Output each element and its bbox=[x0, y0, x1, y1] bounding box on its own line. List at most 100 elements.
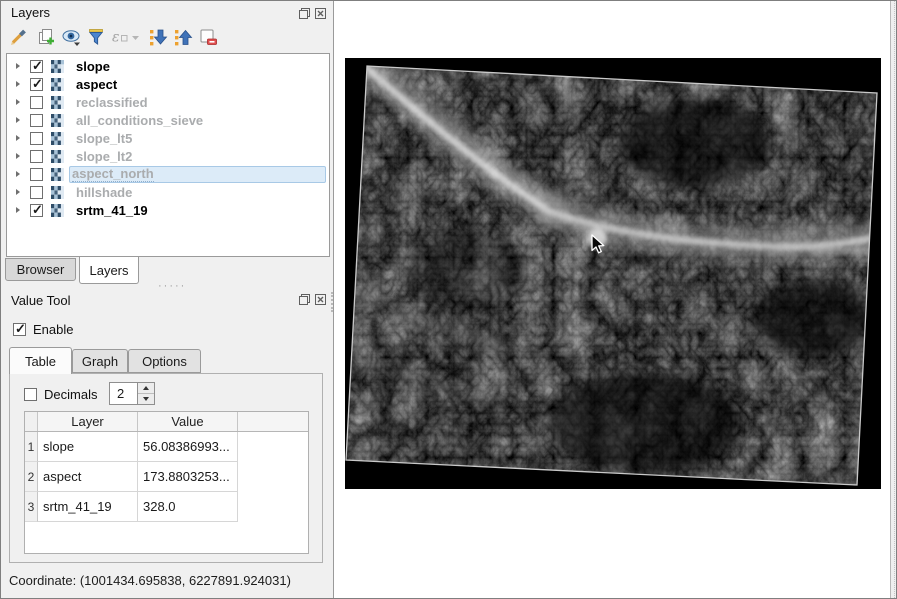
header-filler bbox=[238, 412, 308, 431]
layer-name[interactable]: slope_lt5 bbox=[76, 131, 132, 146]
close-icon bbox=[314, 293, 327, 306]
remove-layer-icon bbox=[198, 27, 218, 47]
layer-name[interactable]: hillshade bbox=[76, 185, 132, 200]
layer-name[interactable]: all_conditions_sieve bbox=[76, 113, 203, 128]
layer-checkbox[interactable] bbox=[30, 114, 43, 127]
layer-row-slope-lt5[interactable]: slope_lt5 bbox=[7, 129, 329, 147]
cell-layer[interactable]: slope bbox=[38, 432, 138, 462]
table-row[interactable]: 3 srtm_41_19 328.0 bbox=[25, 492, 308, 522]
expand-all-icon bbox=[148, 27, 168, 47]
raster-layer-icon bbox=[51, 168, 64, 181]
layers-panel-float-button[interactable] bbox=[297, 6, 311, 20]
layer-name[interactable]: reclassified bbox=[76, 95, 148, 110]
layer-row-reclassified[interactable]: reclassified bbox=[7, 93, 329, 111]
remove-layer-button[interactable] bbox=[198, 27, 218, 47]
tab-options[interactable]: Options bbox=[128, 349, 201, 373]
expand-arrow-icon[interactable] bbox=[16, 153, 20, 159]
raster-layer-icon bbox=[51, 114, 64, 127]
layer-row-slope[interactable]: slope bbox=[7, 57, 329, 75]
mouse-cursor bbox=[590, 234, 606, 256]
expand-arrow-icon[interactable] bbox=[16, 99, 20, 105]
arrow-up-icon bbox=[143, 386, 149, 390]
manage-map-themes-button[interactable] bbox=[62, 27, 82, 47]
enable-checkbox[interactable] bbox=[13, 323, 26, 336]
layer-tree: slope aspect reclassified all_conditions… bbox=[6, 53, 330, 257]
raster-layer-icon bbox=[51, 132, 64, 145]
cell-value[interactable]: 56.08386993... bbox=[138, 432, 238, 462]
value-table: Layer Value 1 slope 56.08386993... 2 asp… bbox=[24, 411, 309, 554]
value-tool-close-button[interactable] bbox=[313, 292, 327, 306]
raster-layer-icon bbox=[51, 96, 64, 109]
tab-graph[interactable]: Graph bbox=[72, 349, 128, 373]
layer-checkbox[interactable] bbox=[30, 186, 43, 199]
expand-arrow-icon[interactable] bbox=[16, 171, 20, 177]
layers-panel-close-button[interactable] bbox=[313, 6, 327, 20]
layer-checkbox[interactable] bbox=[30, 78, 43, 91]
layer-checkbox[interactable] bbox=[30, 60, 43, 73]
filter-legend-button[interactable] bbox=[87, 27, 107, 47]
layer-row-all-conditions-sieve[interactable]: all_conditions_sieve bbox=[7, 111, 329, 129]
value-tool-float-button[interactable] bbox=[297, 292, 311, 306]
layer-checkbox[interactable] bbox=[30, 96, 43, 109]
enable-row[interactable]: Enable bbox=[13, 322, 73, 337]
spin-up-button[interactable] bbox=[138, 383, 154, 394]
cell-value[interactable]: 328.0 bbox=[138, 492, 238, 522]
cell-layer[interactable]: aspect bbox=[38, 462, 138, 492]
expand-arrow-icon[interactable] bbox=[16, 189, 20, 195]
decimals-spinner[interactable]: 2 bbox=[109, 382, 155, 405]
header-corner bbox=[25, 412, 38, 431]
expand-arrow-icon[interactable] bbox=[16, 117, 20, 123]
tab-browser[interactable]: Browser bbox=[5, 258, 76, 281]
expand-all-button[interactable] bbox=[148, 27, 168, 47]
dock-resize-gutter[interactable] bbox=[890, 1, 897, 598]
layer-row-aspect-north[interactable]: aspect_north bbox=[7, 165, 329, 183]
expand-arrow-icon[interactable] bbox=[16, 81, 20, 87]
value-tool-title: Value Tool bbox=[11, 293, 71, 308]
map-canvas[interactable] bbox=[333, 1, 890, 598]
cell-layer[interactable]: srtm_41_19 bbox=[38, 492, 138, 522]
expand-arrow-icon[interactable] bbox=[16, 135, 20, 141]
expand-arrow-icon[interactable] bbox=[16, 63, 20, 69]
spin-down-button[interactable] bbox=[138, 394, 154, 404]
coordinate-status: Coordinate: (1001434.695838, 6227891.924… bbox=[9, 573, 291, 588]
panel-splitter-handle[interactable]: ····· bbox=[158, 280, 186, 292]
layer-checkbox[interactable] bbox=[30, 132, 43, 145]
layer-row-aspect[interactable]: aspect bbox=[7, 75, 329, 93]
layer-name[interactable]: slope_lt2 bbox=[76, 149, 132, 164]
layer-checkbox[interactable] bbox=[30, 150, 43, 163]
decimals-row[interactable]: Decimals bbox=[24, 387, 97, 402]
qgis-window: Layers bbox=[0, 0, 897, 599]
table-row[interactable]: 1 slope 56.08386993... bbox=[25, 432, 308, 462]
value-table-header: Layer Value bbox=[25, 412, 308, 432]
layer-name[interactable]: aspect_north bbox=[72, 166, 154, 182]
layer-checkbox[interactable] bbox=[30, 204, 43, 217]
tab-layers[interactable]: Layers bbox=[79, 257, 139, 284]
row-number: 2 bbox=[25, 462, 38, 492]
filter-by-expression-button[interactable]: ε bbox=[111, 27, 141, 47]
collapse-all-button[interactable] bbox=[173, 27, 193, 47]
slope-raster-layer bbox=[345, 58, 881, 489]
raster-layer-icon bbox=[51, 204, 64, 217]
row-number: 1 bbox=[25, 432, 38, 462]
decimals-checkbox[interactable] bbox=[24, 388, 37, 401]
layer-name[interactable]: slope bbox=[76, 59, 110, 74]
table-row[interactable]: 2 aspect 173.8803253... bbox=[25, 462, 308, 492]
tab-table[interactable]: Table bbox=[9, 347, 72, 374]
layer-name[interactable]: srtm_41_19 bbox=[76, 203, 148, 218]
float-icon bbox=[298, 7, 311, 20]
expression-filter-icon: ε bbox=[111, 27, 141, 47]
layers-panel-title: Layers bbox=[11, 5, 50, 20]
layer-row-slope-lt2[interactable]: slope_lt2 bbox=[7, 147, 329, 165]
layer-row-hillshade[interactable]: hillshade bbox=[7, 183, 329, 201]
value-tool-pane: Decimals 2 Layer Value 1 slope 56.083869… bbox=[9, 373, 323, 563]
expand-arrow-icon[interactable] bbox=[16, 207, 20, 213]
header-value[interactable]: Value bbox=[138, 412, 238, 431]
add-group-button[interactable] bbox=[37, 27, 57, 47]
layer-row-srtm-41-19[interactable]: srtm_41_19 bbox=[7, 201, 329, 219]
header-layer[interactable]: Layer bbox=[38, 412, 138, 431]
layer-styling-button[interactable] bbox=[9, 27, 29, 47]
cell-value[interactable]: 173.8803253... bbox=[138, 462, 238, 492]
layer-name[interactable]: aspect bbox=[76, 77, 117, 92]
decimals-label: Decimals bbox=[44, 387, 97, 402]
layer-checkbox[interactable] bbox=[30, 168, 43, 181]
